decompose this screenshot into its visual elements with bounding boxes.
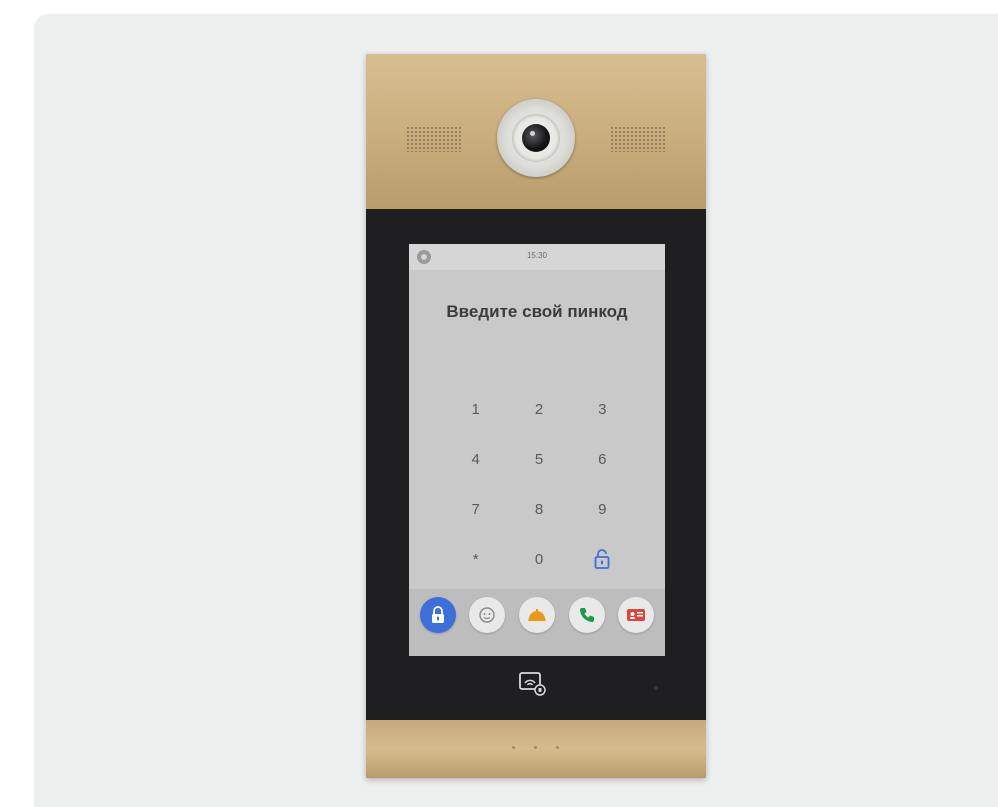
dock-contacts-button[interactable]: [613, 597, 659, 633]
mic-hole: [556, 746, 559, 749]
unlock-icon: [431, 606, 444, 623]
speaker-grille-left: [406, 126, 462, 152]
key-0[interactable]: 0: [507, 534, 570, 584]
bottom-dock: [409, 589, 665, 656]
key-unlock-button[interactable]: [571, 534, 634, 584]
key-3[interactable]: 3: [571, 384, 634, 434]
intercom-panel: 15:30 Введите свой пинкод 1 2 3 4 5 6 7 …: [366, 54, 706, 778]
key-4[interactable]: 4: [444, 434, 507, 484]
key-8[interactable]: 8: [507, 484, 570, 534]
key-5[interactable]: 5: [507, 434, 570, 484]
mic-hole: [534, 746, 537, 749]
contacts-icon: [627, 609, 646, 621]
dock-concierge-button[interactable]: [514, 597, 560, 633]
status-bar: 15:30: [409, 244, 665, 270]
nfc-reader-icon: [518, 671, 548, 697]
phone-icon: [579, 608, 594, 622]
speaker-grille-right: [610, 126, 666, 152]
key-7[interactable]: 7: [444, 484, 507, 534]
key-1[interactable]: 1: [444, 384, 507, 434]
key-9[interactable]: 9: [571, 484, 634, 534]
unlock-icon: [594, 549, 610, 569]
camera-lens: [522, 124, 550, 152]
key-2[interactable]: 2: [507, 384, 570, 434]
top-plate: [366, 54, 706, 209]
touch-screen: 15:30 Введите свой пинкод 1 2 3 4 5 6 7 …: [409, 244, 665, 656]
key-star[interactable]: *: [444, 534, 507, 584]
key-6[interactable]: 6: [571, 434, 634, 484]
face-icon: [479, 607, 496, 623]
mic-hole: [512, 746, 515, 749]
dock-face-button[interactable]: [464, 597, 510, 633]
dock-call-button[interactable]: [564, 597, 610, 633]
status-time: 15:30: [526, 251, 548, 260]
pin-keypad: 1 2 3 4 5 6 7 8 9 * 0: [444, 384, 634, 584]
status-led: [654, 686, 658, 690]
concierge-bell-icon: [527, 609, 546, 621]
bottom-plate: [366, 720, 706, 778]
camera-icon: [497, 99, 575, 177]
pin-prompt-title: Введите свой пинкод: [446, 302, 628, 321]
dock-unlock-button[interactable]: [415, 597, 461, 633]
